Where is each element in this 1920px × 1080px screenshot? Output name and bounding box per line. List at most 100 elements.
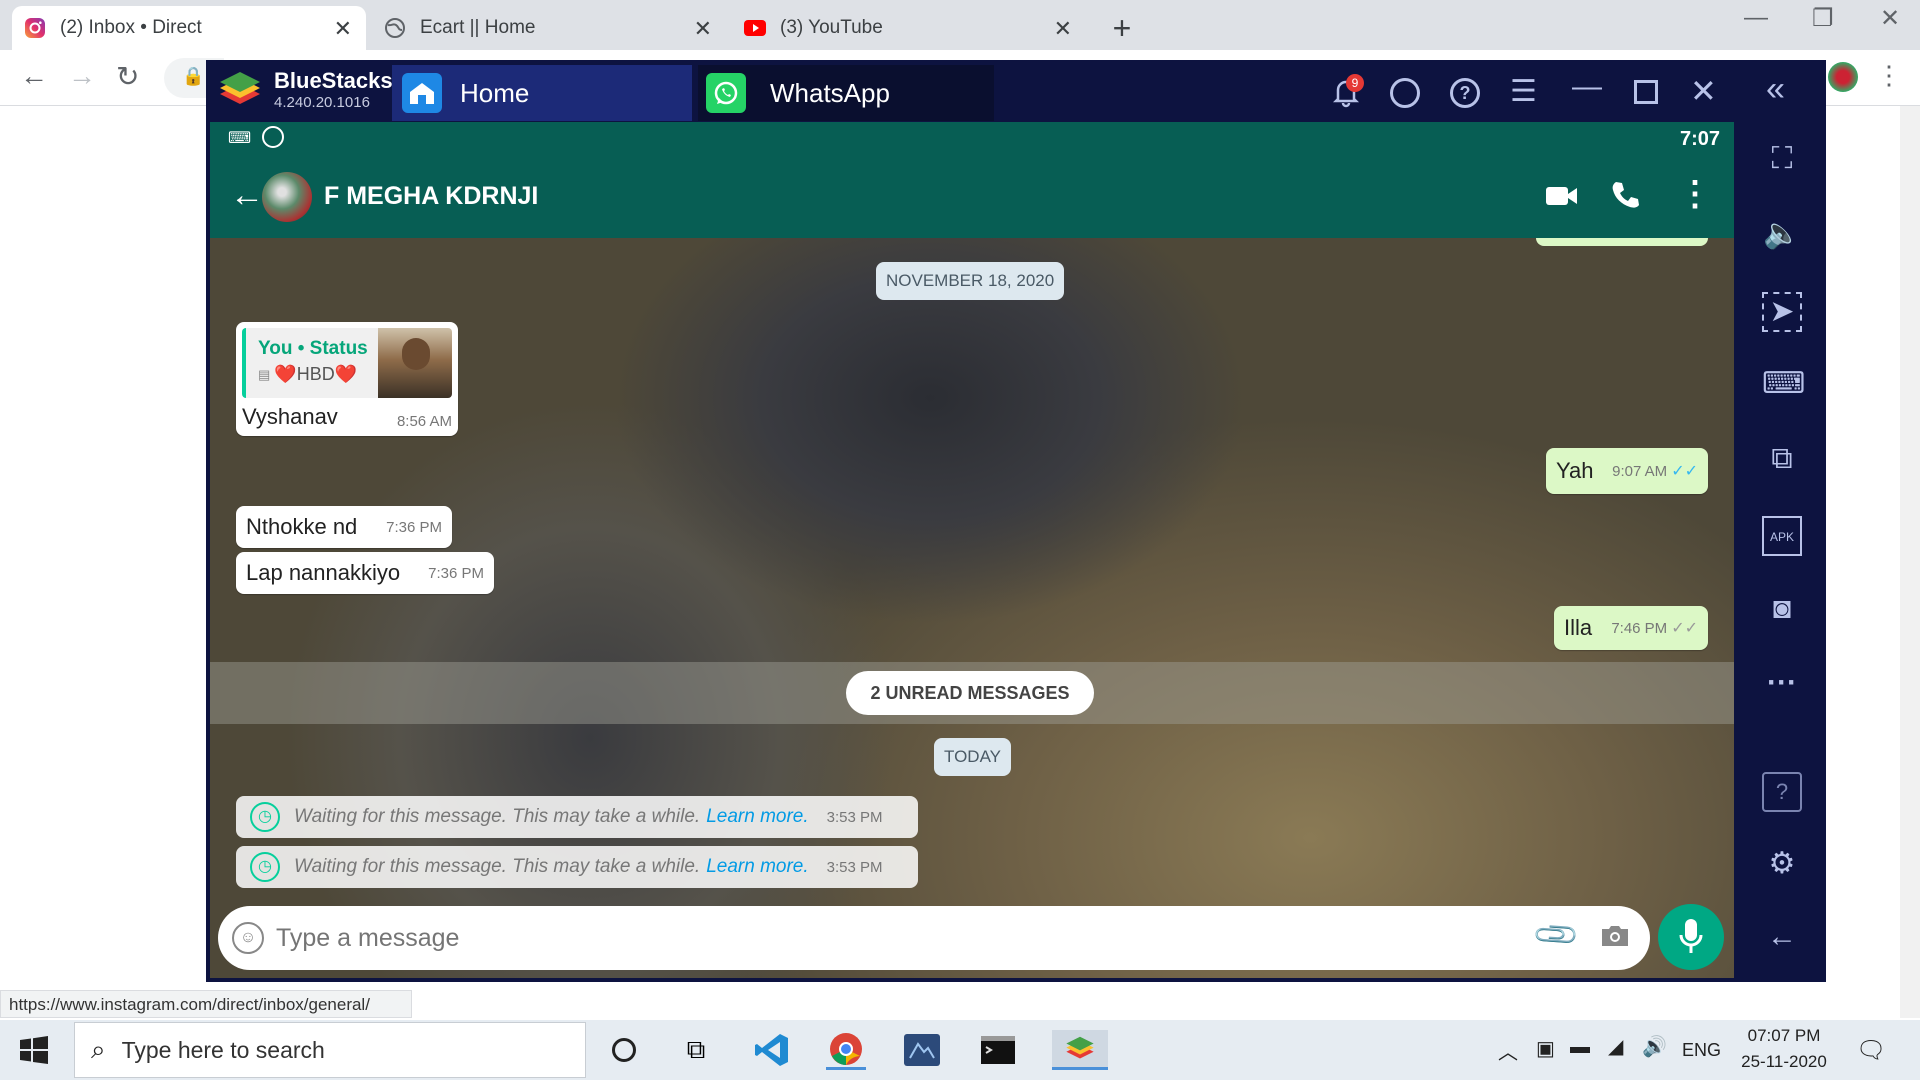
waiting-text: Waiting for this message. This may take …: [294, 856, 701, 877]
terminal-icon[interactable]: [978, 1030, 1018, 1070]
globe-icon: [384, 17, 406, 39]
contact-name[interactable]: F MEGHA KDRNJI: [324, 182, 538, 211]
back-icon[interactable]: ←: [20, 60, 48, 92]
keyboard-icon: ⌨: [228, 130, 252, 147]
home-icon: [402, 73, 442, 113]
app-icon[interactable]: [902, 1030, 942, 1070]
tab-instagram-inbox[interactable]: (2) Inbox • Direct ✕: [12, 6, 366, 50]
volume-icon[interactable]: 🔈: [1762, 216, 1802, 256]
forward-icon[interactable]: →: [68, 60, 96, 92]
hamburger-menu-icon[interactable]: ☰: [1510, 74, 1537, 109]
settings-gear-icon[interactable]: ⚙: [1762, 846, 1802, 886]
account-icon[interactable]: [1390, 78, 1420, 108]
learn-more-link[interactable]: Learn more.: [706, 806, 808, 828]
voice-call-icon[interactable]: [1610, 180, 1640, 210]
minimize-icon[interactable]: —: [1572, 70, 1602, 104]
bluestacks-taskbar-icon[interactable]: [1052, 1030, 1108, 1070]
close-icon[interactable]: ✕: [1690, 72, 1717, 110]
close-tab-icon[interactable]: ✕: [694, 16, 712, 42]
tab-label: Home: [460, 77, 530, 108]
bluestacks-tab-home[interactable]: Home: [392, 65, 692, 121]
back-arrow-icon[interactable]: ←: [230, 176, 264, 215]
show-hidden-icons[interactable]: ︿: [1498, 1036, 1518, 1065]
battery-icon[interactable]: ▬: [1570, 1036, 1590, 1059]
install-apk-icon[interactable]: APK: [1762, 516, 1802, 556]
delivered-receipt-icon: ✓✓: [1671, 620, 1698, 637]
outgoing-message[interactable]: Yah 9:07 AM ✓✓: [1546, 448, 1708, 494]
fullscreen-icon[interactable]: ⛶: [1762, 142, 1802, 182]
android-back-icon[interactable]: ←: [1762, 920, 1802, 960]
device-icon[interactable]: ▣: [1536, 1036, 1555, 1061]
quoted-status[interactable]: You • Status ▤ ❤️HBD❤️: [242, 328, 452, 398]
emoji-icon[interactable]: ☺: [232, 922, 264, 954]
instagram-icon: [24, 17, 46, 39]
taskbar-search[interactable]: ⌕ Type here to search: [74, 1022, 586, 1078]
close-tab-icon[interactable]: ✕: [334, 16, 352, 42]
overflow-menu-icon[interactable]: ⋮: [1678, 174, 1712, 214]
image-icon: ▤: [258, 366, 271, 382]
keyboard-icon[interactable]: ⌨: [1762, 366, 1805, 406]
language-indicator[interactable]: ENG: [1682, 1040, 1721, 1061]
screenshot-icon[interactable]: ◙: [1762, 592, 1802, 632]
outgoing-message[interactable]: Illa 7:46 PM ✓✓: [1554, 606, 1708, 650]
vscode-icon[interactable]: [752, 1030, 792, 1070]
page-scrollbar[interactable]: [1900, 106, 1920, 1018]
help-icon[interactable]: ?: [1450, 78, 1480, 108]
tab-ecart-home[interactable]: Ecart || Home ✕: [372, 6, 726, 50]
more-options-icon[interactable]: ···: [1762, 666, 1802, 706]
message-time: 7:36 PM: [386, 518, 442, 536]
waiting-message[interactable]: ◷ Waiting for this message. This may tak…: [236, 796, 918, 838]
notifications-icon[interactable]: 🗨: [1856, 1036, 1886, 1065]
message-input[interactable]: [276, 916, 1276, 960]
video-call-icon[interactable]: [1546, 184, 1578, 208]
task-view-icon[interactable]: ⧉: [676, 1030, 716, 1070]
taskbar-time[interactable]: 07:07 PM: [1736, 1026, 1832, 1046]
previous-outgoing-bubble: [1536, 238, 1708, 246]
incoming-message[interactable]: Lap nannakkiyo 7:36 PM: [236, 552, 494, 594]
message-time: 7:46 PM: [1611, 619, 1668, 637]
wifi-icon[interactable]: ◢: [1608, 1034, 1623, 1059]
search-icon: ⌕: [91, 1034, 106, 1064]
bluestacks-tab-whatsapp[interactable]: WhatsApp: [698, 65, 994, 121]
minimize-icon[interactable]: —: [1744, 4, 1768, 32]
voice-record-button[interactable]: [1658, 904, 1724, 970]
chat-header: ← F MEGHA KDRNJI ⋮: [210, 156, 1734, 238]
taskbar-date[interactable]: 25-11-2020: [1732, 1052, 1836, 1072]
attach-icon[interactable]: 📎: [1531, 910, 1582, 961]
multi-instance-icon[interactable]: ⧉: [1762, 442, 1802, 482]
incoming-message[interactable]: Nthokke nd 7:36 PM: [236, 506, 452, 548]
tab-title: Ecart || Home: [420, 17, 536, 38]
chrome-icon[interactable]: [826, 1030, 866, 1070]
close-tab-icon[interactable]: ✕: [1054, 16, 1072, 42]
cortana-icon[interactable]: [604, 1030, 644, 1070]
volume-tray-icon[interactable]: 🔊: [1642, 1034, 1667, 1059]
avatar[interactable]: [262, 172, 312, 222]
today-pill: TODAY: [934, 738, 1011, 776]
message-time: 7:36 PM: [428, 564, 484, 582]
browser-menu-icon[interactable]: ⋮: [1876, 60, 1902, 91]
profile-avatar[interactable]: [1828, 62, 1858, 92]
restore-icon[interactable]: ❐: [1812, 4, 1834, 33]
waiting-message[interactable]: ◷ Waiting for this message. This may tak…: [236, 846, 918, 888]
select-area-icon[interactable]: ➤: [1762, 292, 1802, 332]
message-composer: ☺ 📎: [218, 906, 1650, 970]
camera-icon[interactable]: [1600, 924, 1630, 948]
message-text: Vyshanav: [242, 404, 338, 429]
incoming-reply-message[interactable]: You • Status ▤ ❤️HBD❤️ Vyshanav 8:56 AM: [236, 322, 458, 436]
learn-more-link[interactable]: Learn more.: [706, 856, 808, 878]
help-icon[interactable]: ?: [1762, 772, 1802, 812]
unread-messages-badge: 2 UNREAD MESSAGES: [846, 671, 1094, 715]
tab-title: (3) YouTube: [780, 17, 883, 38]
bluestacks-logo-icon: [216, 68, 264, 112]
notification-badge: 9: [1346, 74, 1364, 92]
maximize-icon[interactable]: [1634, 80, 1658, 104]
collapse-sidebar-icon[interactable]: «: [1766, 70, 1785, 109]
windows-start-icon[interactable]: [20, 1036, 48, 1064]
close-window-icon[interactable]: ✕: [1880, 4, 1900, 33]
new-tab-button[interactable]: +: [1100, 6, 1144, 50]
tab-title: (2) Inbox • Direct: [60, 17, 202, 38]
reload-icon[interactable]: ↻: [116, 60, 139, 93]
whatsapp-icon: [706, 73, 746, 113]
notification-bell-icon[interactable]: 9: [1330, 74, 1364, 108]
tab-youtube[interactable]: (3) YouTube ✕: [732, 6, 1086, 50]
